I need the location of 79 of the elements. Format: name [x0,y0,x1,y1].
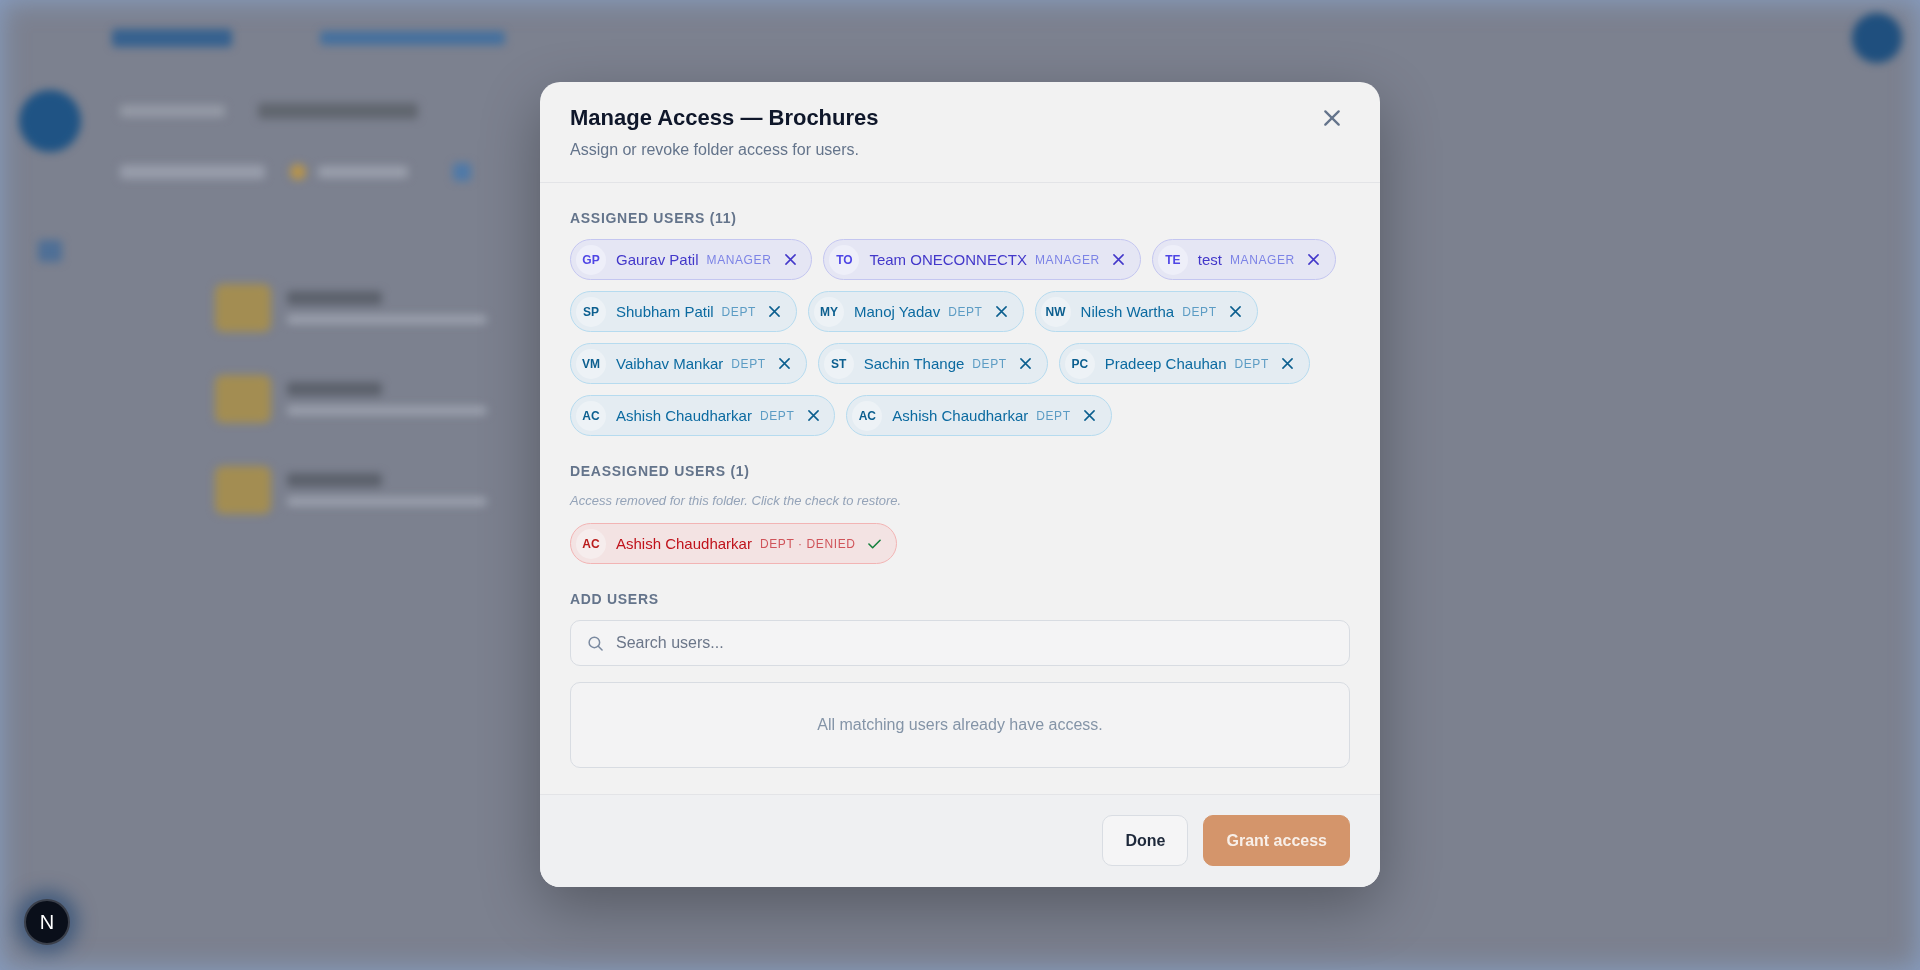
section-heading: DEASSIGNED USERS (1) [570,462,751,481]
user-name: Shubham Patil [616,301,714,322]
user-avatar: SP [576,296,606,327]
user-role: MANAGER [1034,251,1100,268]
close-button[interactable] [1323,109,1341,127]
close-icon [1020,358,1032,369]
remove-user-button[interactable] [1280,356,1295,371]
remove-user-button[interactable] [1111,252,1126,267]
user-name: Pradeep Chauhan [1104,353,1227,374]
blurred-avatar [1852,13,1902,63]
remove-user-button[interactable] [1228,304,1243,319]
close-icon [1113,254,1125,265]
close-icon [1324,110,1340,126]
remove-user-button[interactable] [1082,408,1097,423]
user-role: DEPT [721,303,756,320]
close-icon [807,410,819,421]
user-role: MANAGER [1230,251,1295,268]
user-name: Ashish Chaudharkar [892,405,1029,426]
remove-user-button[interactable] [806,408,821,423]
close-icon [996,306,1008,317]
user-avatar: NW [1040,296,1071,327]
user-avatar: TO [829,244,860,275]
dev-tools-button[interactable]: N [24,899,70,945]
close-icon [1308,254,1320,265]
user-role: DEPT [1234,355,1269,372]
empty-message: All matching users already have access. [817,715,1103,735]
user-name: test [1197,249,1222,270]
remove-user-button[interactable] [1018,356,1033,371]
user-name: Vaibhav Mankar [616,353,724,374]
user-name: Team ONECONNECTX [869,249,1027,270]
search-icon [588,636,603,651]
user-avatar: AC [852,400,883,431]
user-avatar: ST [823,348,854,379]
user-avatar: AC [576,400,606,431]
dialog-title: Manage Access — Brochures [570,104,879,132]
user-name: Manoj Yadav [853,301,941,322]
remove-user-button[interactable] [1306,252,1321,267]
user-role: DEPT [731,355,766,372]
blurred-folder-icon [215,465,271,514]
user-role: DEPT [759,407,795,424]
user-role: DEPT [972,355,1007,372]
blurred-sidebar-icon [38,240,62,262]
user-avatar: VM [576,348,606,379]
close-icon [784,254,796,265]
user-name: Sachin Thange [863,353,965,374]
user-name: Nilesh Wartha [1080,301,1175,322]
user-role: DEPT · DENIED [759,535,856,552]
user-name: Ashish Chaudharkar [616,405,752,426]
user-role: DEPT [1036,407,1071,424]
user-role: DEPT [1182,303,1217,320]
check-icon [868,538,881,549]
blurred-folder-icon [215,283,271,332]
remove-user-button[interactable] [767,304,782,319]
user-avatar: AC [576,528,606,559]
remove-user-button[interactable] [783,252,798,267]
user-avatar: GP [576,244,606,275]
user-avatar: TE [1157,244,1188,275]
user-role: MANAGER [706,251,772,268]
user-role: DEPT [948,303,983,320]
dialog-subtitle: Assign or revoke folder access for users. [570,140,860,160]
remove-user-button[interactable] [777,356,792,371]
search-field[interactable]: Search users... [570,620,1350,666]
close-icon [1230,306,1242,317]
user-avatar: MY [813,296,844,327]
done-button[interactable]: Done [1102,815,1189,866]
section-heading: ASSIGNED USERS (11) [570,209,738,228]
blurred-avatar [19,90,81,152]
close-icon [769,306,781,317]
close-icon [1084,410,1096,421]
close-icon [1282,358,1294,369]
blurred-toolbar-icon [453,163,471,181]
user-name: Ashish Chaudharkar [616,533,752,554]
close-icon [779,358,791,369]
remove-user-button[interactable] [994,304,1009,319]
section-heading: ADD USERS [570,590,660,609]
blurred-folder-icon [215,374,271,423]
user-name: Gaurav Patil [616,249,699,270]
user-avatar: PC [1064,348,1095,379]
deassigned-note: Access removed for this folder. Click the check to restore. [570,492,903,510]
